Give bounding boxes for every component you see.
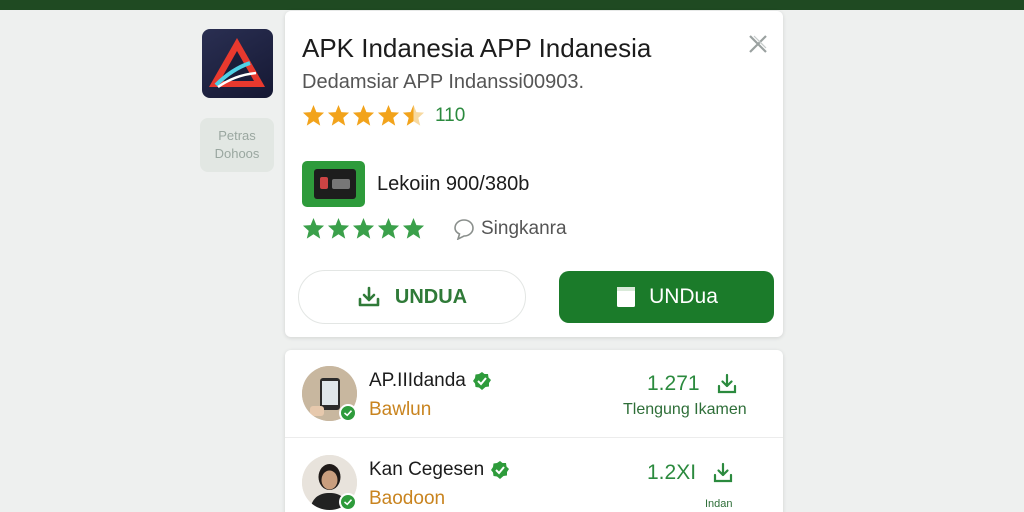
star-icon — [352, 104, 375, 126]
comment-icon[interactable] — [453, 218, 475, 240]
list-item-count-text: 1.271 — [647, 372, 700, 395]
download-icon[interactable] — [712, 462, 734, 484]
list-item-count: 1.2XI — [647, 461, 734, 485]
side-badge-line1: Petras — [218, 128, 256, 143]
green-star-icon — [352, 217, 375, 239]
verified-badge-icon — [472, 372, 491, 390]
list-item-name-text: Kan Cegesen — [369, 459, 485, 480]
download-icon[interactable] — [716, 373, 738, 395]
app-logo-icon — [202, 29, 273, 98]
side-badge[interactable]: Petras Dohoos — [200, 118, 274, 172]
download-solid-button[interactable]: UNDua — [559, 271, 774, 323]
download-icon — [358, 286, 380, 307]
rating-stars — [302, 104, 425, 127]
app-subtitle: Dedamsiar APP Indanssi00903. — [302, 71, 585, 93]
list-item[interactable]: Kan Cegesen Baodoon 1.2XI Indan — [285, 439, 783, 512]
related-app-label: Lekoiin 900/380b — [377, 172, 530, 195]
close-icon[interactable] — [745, 31, 771, 57]
list-item-subtitle: Baodoon — [369, 488, 446, 509]
top-bar — [0, 0, 1024, 10]
download-outline-label: UNDUA — [394, 285, 468, 308]
related-app-icon — [302, 161, 365, 207]
side-badge-line2: Dohoos — [214, 146, 260, 161]
green-star-icon — [327, 217, 350, 239]
list-item-caption: Indan — [705, 498, 733, 510]
app-rating: 110 — [302, 104, 465, 127]
half-star-icon — [402, 104, 425, 126]
list-item-caption: Tlengung Ikamen — [623, 401, 747, 418]
green-rating-stars — [302, 217, 425, 240]
list-item-name: AP.IIIdanda — [369, 370, 492, 392]
rating-count: 110 — [435, 104, 466, 126]
verified-check-icon — [339, 404, 357, 422]
green-star-icon — [302, 217, 325, 239]
list-item-subtitle: Bawlun — [369, 399, 432, 420]
star-icon — [302, 104, 325, 126]
star-icon — [377, 104, 400, 126]
list-item-name-text: AP.IIIdanda — [369, 370, 466, 391]
book-icon — [617, 287, 636, 307]
app-title: APK Indanesia APP Indanesia — [302, 33, 652, 63]
star-icon — [327, 104, 350, 126]
download-solid-label: UNDua — [649, 285, 718, 308]
verified-badge-icon — [491, 461, 510, 479]
comment-label: Singkanra — [481, 217, 567, 239]
green-star-icon — [402, 217, 425, 239]
related-app[interactable]: Lekoiin 900/380b — [302, 161, 529, 207]
verified-check-icon — [339, 493, 357, 511]
list-item-count: 1.271 — [647, 372, 738, 396]
download-outline-button[interactable]: UNDUA — [298, 270, 526, 324]
list-item[interactable]: AP.IIIdanda Bawlun 1.271 Tlengung Ikamen — [285, 350, 783, 438]
app-detail-card: APK Indanesia APP Indanesia Dedamsiar AP… — [285, 11, 783, 337]
developer-list: AP.IIIdanda Bawlun 1.271 Tlengung Ikamen — [285, 350, 783, 512]
green-star-icon — [377, 217, 400, 239]
list-item-count-text: 1.2XI — [647, 461, 697, 484]
list-item-name: Kan Cegesen — [369, 459, 510, 481]
related-app-rating: Singkanra — [302, 217, 567, 240]
